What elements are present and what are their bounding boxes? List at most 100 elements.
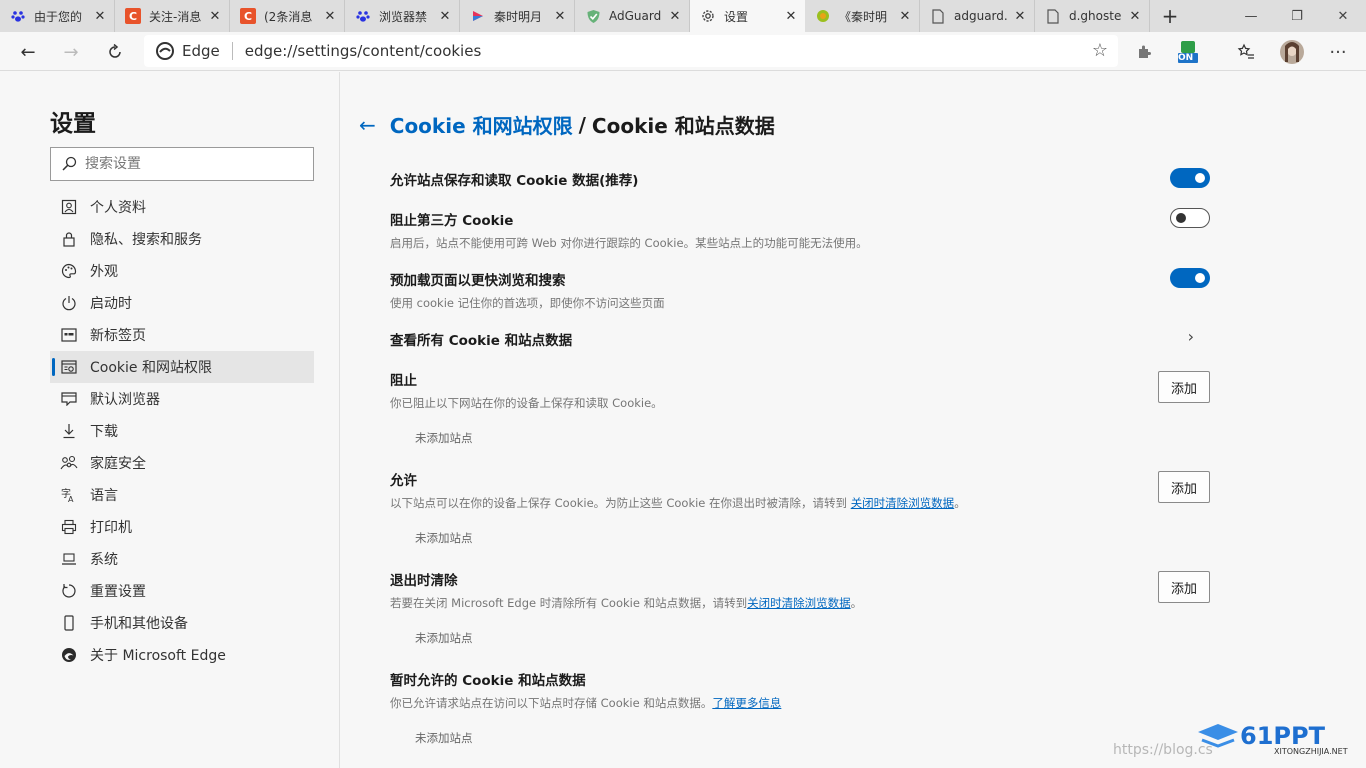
minimize-button[interactable]: — xyxy=(1228,0,1274,32)
close-window-button[interactable]: ✕ xyxy=(1320,0,1366,32)
browser-tab[interactable]: C (2条消息 ✕ xyxy=(230,0,345,32)
sidebar-item-startup[interactable]: 启动时 xyxy=(50,287,314,319)
allow-empty-text: 未添加站点 xyxy=(415,531,473,545)
tab-title: (2条消息 xyxy=(264,9,313,24)
allow-cookies-toggle[interactable] xyxy=(1170,168,1210,188)
back-button[interactable]: ← xyxy=(12,36,44,68)
setting-description: 启用后，站点不能使用可跨 Web 对你进行跟踪的 Cookie。某些站点上的功能… xyxy=(390,236,868,250)
sidebar-item-label: 手机和其他设备 xyxy=(90,616,188,632)
sidebar-item-system[interactable]: 系统 xyxy=(50,543,314,575)
restore-button[interactable]: ❐ xyxy=(1274,0,1320,32)
sidebar-item-reset-settings[interactable]: 重置设置 xyxy=(50,575,314,607)
back-arrow-icon[interactable]: ← xyxy=(359,113,376,137)
sidebar-item-label: 外观 xyxy=(90,264,118,280)
site-url-text: XITONGZHIJIA.NET xyxy=(1274,747,1348,756)
profile-avatar[interactable] xyxy=(1276,36,1308,68)
close-tab-icon[interactable]: ✕ xyxy=(1012,9,1028,24)
clear-on-close-link[interactable]: 关闭时清除浏览数据 xyxy=(851,496,955,510)
section-block: 阻止 你已阻止以下网站在你的设备上保存和读取 Cookie。 添加 xyxy=(390,369,1210,411)
browser-tab[interactable]: d.ghoste ✕ xyxy=(1035,0,1150,32)
see-all-cookies-link[interactable]: 查看所有 Cookie 和站点数据 › xyxy=(390,327,1210,349)
sidebar-item-family-safety[interactable]: 家庭安全 xyxy=(50,447,314,479)
sidebar-item-about-edge[interactable]: 关于 Microsoft Edge xyxy=(50,639,314,671)
temp-allowed-empty-text: 未添加站点 xyxy=(415,731,473,745)
section-clear-on-exit: 退出时清除 若要在关闭 Microsoft Edge 时清除所有 Cookie … xyxy=(390,569,1210,611)
new-tab-page-icon xyxy=(60,326,78,344)
sidebar-item-default-browser[interactable]: 默认浏览器 xyxy=(50,383,314,415)
sidebar-item-downloads[interactable]: 下载 xyxy=(50,415,314,447)
close-tab-icon[interactable]: ✕ xyxy=(92,9,108,24)
close-tab-icon[interactable]: ✕ xyxy=(207,9,223,24)
forward-button[interactable]: → xyxy=(55,36,87,68)
close-tab-icon[interactable]: ✕ xyxy=(783,9,799,24)
refresh-icon xyxy=(109,43,121,58)
tab-title: 关注-消息 xyxy=(149,9,202,24)
breadcrumb-parent-link[interactable]: Cookie 和网站权限 xyxy=(390,110,573,139)
search-input[interactable] xyxy=(85,156,295,172)
search-box[interactable] xyxy=(50,147,314,181)
tab-title: d.ghoste xyxy=(1069,9,1122,23)
sidebar-item-appearance[interactable]: 外观 xyxy=(50,255,314,287)
section-title: 退出时清除 xyxy=(390,573,458,589)
new-tab-button[interactable]: + xyxy=(1150,0,1190,32)
page-title: 设置 xyxy=(50,111,96,137)
clear-on-close-link[interactable]: 关闭时清除浏览数据 xyxy=(747,596,851,610)
browser-tab[interactable]: AdGuard ✕ xyxy=(575,0,690,32)
extension-puzzle-icon[interactable] xyxy=(1128,36,1160,68)
extension-on-button[interactable]: ON xyxy=(1172,36,1204,68)
search-icon xyxy=(62,156,77,171)
section-allow: 允许 以下站点可以在你的设备上保存 Cookie。为防止这些 Cookie 在你… xyxy=(390,469,1210,511)
sidebar-item-printers[interactable]: 打印机 xyxy=(50,511,314,543)
adguard-shield-icon xyxy=(585,8,601,24)
browser-tab[interactable]: 秦时明月 ✕ xyxy=(460,0,575,32)
description-text: 。 xyxy=(954,496,966,510)
allow-add-button[interactable]: 添加 xyxy=(1158,471,1210,503)
close-tab-icon[interactable]: ✕ xyxy=(322,9,338,24)
refresh-button[interactable] xyxy=(99,36,131,68)
favorites-button[interactable] xyxy=(1230,36,1262,68)
site-circle-icon xyxy=(815,8,831,24)
block-add-button[interactable]: 添加 xyxy=(1158,371,1210,403)
address-bar[interactable]: Edge edge://settings/content/cookies ☆ xyxy=(144,35,1118,67)
close-tab-icon[interactable]: ✕ xyxy=(552,9,568,24)
close-tab-icon[interactable]: ✕ xyxy=(437,9,453,24)
clear-on-exit-add-button[interactable]: 添加 xyxy=(1158,571,1210,603)
browser-tab[interactable]: 《秦时明 ✕ xyxy=(805,0,920,32)
sidebar-item-languages[interactable]: 字A 语言 xyxy=(50,479,314,511)
browser-tab-active[interactable]: 设置 ✕ xyxy=(690,0,805,32)
section-temporarily-allowed: 暂时允许的 Cookie 和站点数据 你已允许请求站点在访问以下站点时存储 Co… xyxy=(390,669,1210,711)
sidebar-item-new-tab-page[interactable]: 新标签页 xyxy=(50,319,314,351)
description-text: 以下站点可以在你的设备上保存 Cookie。为防止这些 Cookie 在你退出时… xyxy=(390,496,851,510)
browser-tab[interactable]: adguard. ✕ xyxy=(920,0,1035,32)
block-third-party-toggle[interactable] xyxy=(1170,208,1210,228)
setting-title: 预加载页面以更快浏览和搜索 xyxy=(390,273,566,289)
more-menu-icon[interactable]: ··· xyxy=(1322,36,1354,68)
browser-tab[interactable]: 浏览器禁 ✕ xyxy=(345,0,460,32)
close-tab-icon[interactable]: ✕ xyxy=(897,9,913,24)
page-icon xyxy=(1045,8,1061,24)
sidebar-item-label: 语言 xyxy=(90,488,118,504)
description-text: 若要在关闭 Microsoft Edge 时清除所有 Cookie 和站点数据，… xyxy=(390,596,748,610)
sidebar-item-profile[interactable]: 个人资料 xyxy=(50,191,314,223)
csdn-c-icon: C xyxy=(125,8,141,24)
tab-title: 由于您的 xyxy=(34,9,83,24)
browser-tab[interactable]: 由于您的 ✕ xyxy=(0,0,115,32)
lock-icon xyxy=(60,230,78,248)
section-description: 你已允许请求站点在访问以下站点时存储 Cookie 和站点数据。了解更多信息 xyxy=(390,695,1210,711)
sidebar-item-cookies-and-site-permissions[interactable]: Cookie 和网站权限 xyxy=(50,351,314,383)
gear-icon xyxy=(700,8,716,24)
close-tab-icon[interactable]: ✕ xyxy=(667,9,683,24)
favorite-star-icon[interactable]: ☆ xyxy=(1092,40,1108,61)
close-tab-icon[interactable]: ✕ xyxy=(1127,9,1143,24)
url-text[interactable]: edge://settings/content/cookies xyxy=(245,42,482,60)
preload-toggle[interactable] xyxy=(1170,268,1210,288)
sidebar-item-privacy[interactable]: 隐私、搜索和服务 xyxy=(50,223,314,255)
csdn-c-icon: C xyxy=(240,8,256,24)
sidebar-item-phone-and-devices[interactable]: 手机和其他设备 xyxy=(50,607,314,639)
phone-icon xyxy=(60,614,78,632)
learn-more-link[interactable]: 了解更多信息 xyxy=(712,696,781,710)
browser-tab[interactable]: C 关注-消息 ✕ xyxy=(115,0,230,32)
baidu-paw-icon xyxy=(355,8,371,24)
profile-icon xyxy=(60,198,78,216)
brand-text: 61PPT xyxy=(1240,722,1326,750)
